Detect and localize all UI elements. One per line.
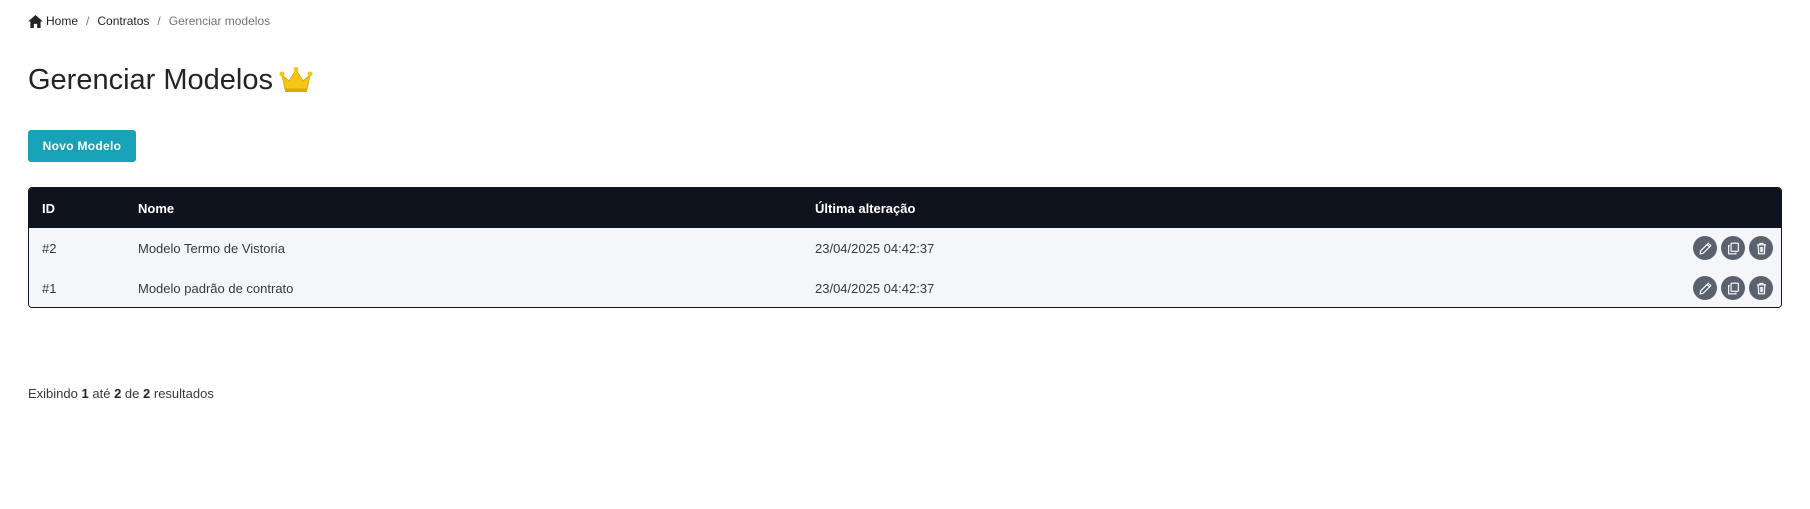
pagination-total: 2 [143, 386, 151, 401]
column-header-ultima-alteracao[interactable]: Última alteração [802, 188, 1664, 228]
new-model-button[interactable]: Novo Modelo [28, 130, 136, 162]
trash-icon [1756, 282, 1766, 294]
duplicate-button[interactable] [1721, 276, 1745, 300]
cell-date: 23/04/2025 04:42:37 [815, 280, 935, 296]
cell-actions [1664, 228, 1781, 268]
pagination-prefix: Exibindo [28, 386, 78, 401]
column-header-actions [1664, 188, 1781, 228]
delete-button[interactable] [1749, 236, 1773, 260]
models-table: ID Nome Última alteração #2 Modelo Termo… [28, 187, 1782, 308]
pagination-summary: Exibindo 1 até 2 de 2 resultados [28, 386, 214, 401]
page: Home / Contratos / Gerenciar modelos Ger… [0, 0, 1810, 509]
crown-icon [279, 67, 313, 92]
pagination-suffix: resultados [153, 386, 214, 401]
pagination-to: 2 [114, 386, 122, 401]
cell-id: #1 [42, 280, 57, 296]
pagination-of-word: de [124, 386, 140, 401]
duplicate-button[interactable] [1721, 236, 1745, 260]
home-icon [28, 14, 43, 28]
breadcrumb-separator: / [157, 14, 161, 28]
cell-date: 23/04/2025 04:42:37 [815, 240, 935, 256]
column-header-id[interactable]: ID [29, 188, 125, 228]
cell-actions [1664, 268, 1781, 307]
table-header-row: ID Nome Última alteração [29, 188, 1781, 228]
cell-nome: Modelo Termo de Vistoria [138, 240, 285, 256]
copy-icon [1727, 242, 1739, 254]
edit-button[interactable] [1693, 236, 1717, 260]
trash-icon [1756, 242, 1766, 254]
breadcrumb-separator: / [86, 14, 90, 28]
edit-button[interactable] [1693, 276, 1717, 300]
pencil-icon [1699, 241, 1712, 254]
copy-icon [1727, 282, 1739, 294]
breadcrumb-home-link[interactable]: Home [28, 13, 78, 29]
pencil-icon [1699, 281, 1712, 294]
title-row: Gerenciar Modelos [28, 63, 313, 97]
column-header-nome[interactable]: Nome [125, 188, 802, 228]
cell-nome: Modelo padrão de contrato [138, 280, 294, 296]
delete-button[interactable] [1749, 276, 1773, 300]
breadcrumb-home-label: Home [46, 14, 79, 28]
pagination-to-word: até [92, 386, 111, 401]
breadcrumb-contratos-link[interactable]: Contratos [97, 13, 149, 29]
pagination-from: 1 [81, 386, 89, 401]
table-row: #1 Modelo padrão de contrato 23/04/2025 … [29, 268, 1781, 307]
breadcrumb-current: Gerenciar modelos [168, 14, 271, 28]
page-title: Gerenciar Modelos [28, 64, 273, 96]
cell-id: #2 [42, 240, 57, 256]
breadcrumb: Home / Contratos / Gerenciar modelos [28, 13, 270, 29]
table-row: #2 Modelo Termo de Vistoria 23/04/2025 0… [29, 228, 1781, 268]
